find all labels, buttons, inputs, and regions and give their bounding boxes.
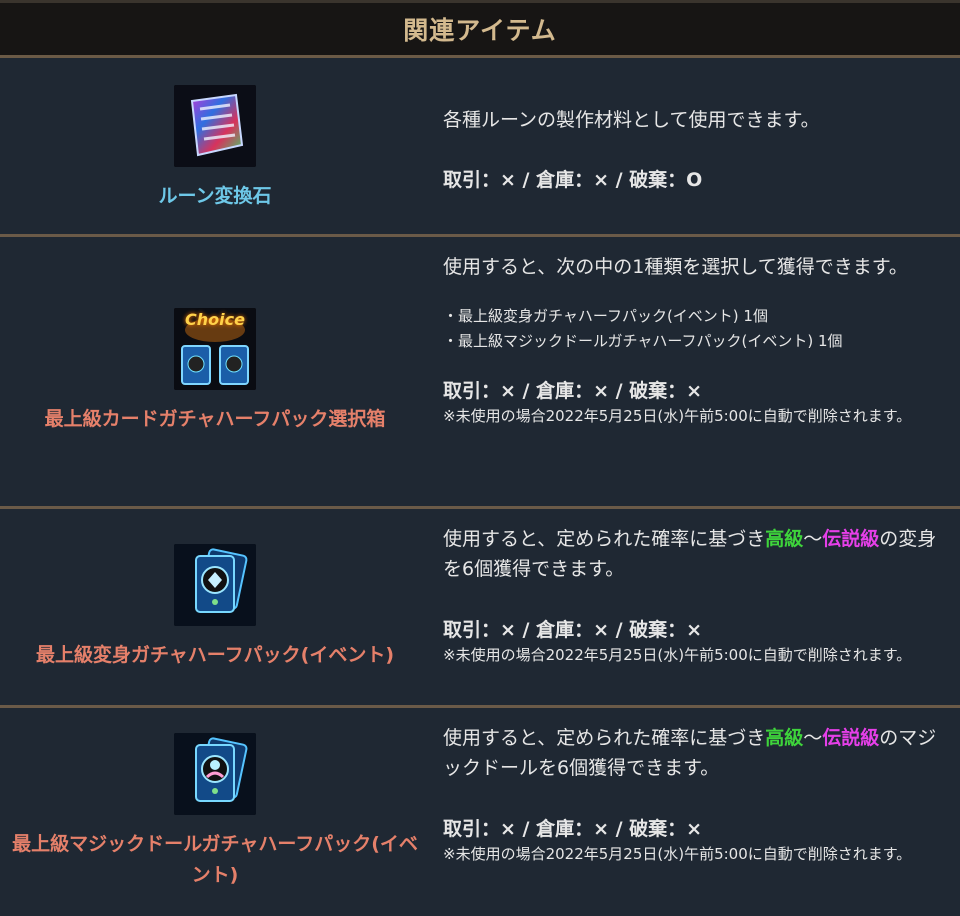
item-row: Choice 最上級カードガチャハーフパック選択箱 使用すると、次の中の1種類を…	[0, 237, 960, 509]
desc-text: 使用すると、定められた確率に基づき	[443, 727, 766, 749]
trade-info: 取引：× / 倉庫：× / 破棄：×	[443, 380, 703, 402]
trade-info: 取引：× / 倉庫：× / 破棄：×	[443, 818, 703, 840]
tilde: ～	[803, 727, 823, 749]
grade-legend: 伝説級	[822, 528, 880, 550]
item-description: 使用すると、定められた確率に基づき高級～伝説級のマジックドールを6個獲得できます…	[443, 723, 944, 783]
item-row: ルーン変換石 各種ルーンの製作材料として使用できます。 取引：× / 倉庫：× …	[0, 58, 960, 237]
option-list: ・最上級変身ガチャハーフパック(イベント) 1個 ・最上級マジックドールガチャハ…	[443, 304, 944, 354]
item-visual: 最上級変身ガチャハーフパック(イベント)	[0, 509, 430, 705]
item-visual: 最上級マジックドールガチャハーフパック(イベント)	[0, 708, 430, 916]
magic-doll-card-pack-icon	[174, 733, 256, 815]
list-item: ・最上級マジックドールガチャハーフパック(イベント) 1個	[443, 332, 843, 350]
expiry-note: ※未使用の場合2022年5月25日(水)午前5:00に自動で削除されます。	[443, 646, 912, 664]
item-row: 最上級変身ガチャハーフパック(イベント) 使用すると、定められた確率に基づき高級…	[0, 509, 960, 708]
item-visual: Choice 最上級カードガチャハーフパック選択箱	[0, 237, 430, 506]
choice-label: Choice	[185, 310, 245, 329]
item-details: 使用すると、定められた確率に基づき高級～伝説級のマジックドールを6個獲得できます…	[430, 708, 960, 916]
item-name: ルーン変換石	[158, 184, 272, 207]
item-name: 最上級カードガチャハーフパック選択箱	[44, 408, 386, 430]
transform-card-pack-icon	[174, 543, 256, 626]
rune-stone-icon	[174, 84, 256, 167]
item-name: 最上級変身ガチャハーフパック(イベント)	[35, 643, 395, 666]
section-header: 関連アイテム	[0, 0, 960, 58]
trade-info: 取引：× / 倉庫：× / 破棄：×	[443, 619, 703, 641]
section-title: 関連アイテム	[403, 16, 557, 45]
tilde: ～	[803, 528, 823, 550]
item-details: 使用すると、次の中の1種類を選択して獲得できます。 ・最上級変身ガチャハーフパッ…	[430, 237, 960, 506]
list-item: ・最上級変身ガチャハーフパック(イベント) 1個	[443, 307, 768, 325]
item-description: 使用すると、定められた確率に基づき高級～伝説級の変身を6個獲得できます。	[443, 524, 944, 584]
expiry-note: ※未使用の場合2022年5月25日(水)午前5:00に自動で削除されます。	[443, 407, 912, 425]
item-visual: ルーン変換石	[0, 58, 430, 234]
desc-text: 使用すると、定められた確率に基づき	[443, 528, 766, 550]
item-details: 使用すると、定められた確率に基づき高級～伝説級の変身を6個獲得できます。 取引：…	[430, 509, 960, 705]
expiry-note: ※未使用の場合2022年5月25日(水)午前5:00に自動で削除されます。	[443, 845, 912, 863]
grade-high: 高級	[765, 528, 804, 550]
choice-box-icon: Choice	[174, 308, 256, 390]
trade-info: 取引：× / 倉庫：× / 破棄：O	[443, 169, 703, 191]
item-details: 各種ルーンの製作材料として使用できます。 取引：× / 倉庫：× / 破棄：O	[430, 58, 960, 234]
item-description: 使用すると、次の中の1種類を選択して獲得できます。	[443, 256, 908, 278]
item-row: 最上級マジックドールガチャハーフパック(イベント) 使用すると、定められた確率に…	[0, 708, 960, 916]
item-description: 各種ルーンの製作材料として使用できます。	[443, 109, 820, 131]
item-name: 最上級マジックドールガチャハーフパック(イベント)	[12, 833, 418, 886]
grade-high: 高級	[765, 727, 804, 749]
grade-legend: 伝説級	[822, 727, 880, 749]
